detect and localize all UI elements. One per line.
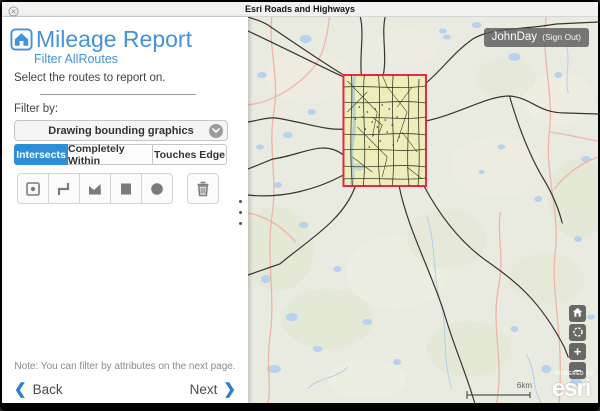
polygon-tool-button[interactable] bbox=[79, 173, 111, 204]
scale-line bbox=[466, 390, 532, 400]
title-bar: Esri Roads and Highways bbox=[2, 2, 598, 17]
esri-attribution: POWERED BY esri bbox=[552, 372, 594, 401]
trash-icon bbox=[195, 181, 211, 197]
app-window: Esri Roads and Highways Mileage Report F… bbox=[0, 0, 600, 411]
esri-logo: esri bbox=[552, 377, 594, 401]
locate-icon bbox=[572, 326, 584, 340]
back-label: Back bbox=[33, 382, 63, 397]
draw-toolbar bbox=[17, 173, 219, 204]
user-sign-out-button[interactable]: JohnDay (Sign Out) bbox=[484, 28, 589, 47]
home-icon bbox=[572, 307, 583, 320]
circle-icon bbox=[149, 181, 165, 197]
panel-collapse-handle[interactable] bbox=[239, 196, 242, 229]
chevron-down-icon[interactable] bbox=[209, 124, 223, 138]
scale-bar: 6km 4mi bbox=[466, 381, 538, 403]
filter-by-label: Filter by: bbox=[14, 103, 58, 115]
polyline-icon bbox=[56, 181, 72, 197]
username: JohnDay bbox=[492, 31, 537, 43]
divider bbox=[40, 94, 196, 95]
next-label: Next bbox=[190, 382, 218, 397]
chevron-right-icon: ❯ bbox=[223, 382, 236, 397]
instruction-text: Select the routes to report on. bbox=[14, 72, 166, 84]
page-subtitle: Filter AllRoutes bbox=[34, 52, 118, 66]
scale-km-label: 6km bbox=[517, 381, 532, 390]
page-title: Mileage Report bbox=[36, 26, 192, 53]
close-icon[interactable] bbox=[8, 4, 19, 15]
selection-rectangle[interactable] bbox=[343, 75, 426, 186]
spatial-relation-tabs: Intersects Completely Within Touches Edg… bbox=[14, 144, 228, 165]
map-controls: + − bbox=[569, 305, 586, 381]
map-canvas[interactable] bbox=[248, 17, 598, 403]
locate-button[interactable] bbox=[569, 324, 586, 341]
home-extent-button[interactable] bbox=[569, 305, 586, 322]
clear-graphics-button[interactable] bbox=[187, 173, 219, 204]
map-view[interactable]: JohnDay (Sign Out) bbox=[248, 17, 598, 403]
polyline-tool-button[interactable] bbox=[48, 173, 80, 204]
rectangle-tool-button[interactable] bbox=[110, 173, 142, 204]
tab-touches-edge[interactable]: Touches Edge bbox=[152, 144, 227, 165]
dropdown-selected-value: Drawing bounding graphics bbox=[48, 125, 193, 137]
chevron-left-icon: ❮ bbox=[14, 382, 27, 397]
back-button[interactable]: ❮ Back bbox=[14, 382, 63, 397]
point-icon bbox=[25, 181, 41, 197]
sign-out-label: (Sign Out) bbox=[542, 32, 581, 42]
filter-method-dropdown[interactable]: Drawing bounding graphics bbox=[14, 120, 228, 141]
rectangle-icon bbox=[118, 181, 134, 197]
point-tool-button[interactable] bbox=[17, 173, 49, 204]
tab-completely-within[interactable]: Completely Within bbox=[67, 144, 153, 165]
circle-tool-button[interactable] bbox=[141, 173, 173, 204]
window-title: Esri Roads and Highways bbox=[245, 4, 355, 14]
mileage-report-panel: Mileage Report Filter AllRoutes Select t… bbox=[2, 17, 248, 403]
tab-intersects[interactable]: Intersects bbox=[14, 144, 68, 165]
wizard-footer: ❮ Back Next ❯ bbox=[14, 382, 236, 397]
note-text: Note: You can filter by attributes on th… bbox=[2, 361, 248, 372]
home-icon bbox=[10, 28, 33, 51]
next-button[interactable]: Next ❯ bbox=[190, 382, 236, 397]
polygon-icon bbox=[87, 181, 103, 197]
zoom-in-button[interactable]: + bbox=[569, 343, 586, 360]
